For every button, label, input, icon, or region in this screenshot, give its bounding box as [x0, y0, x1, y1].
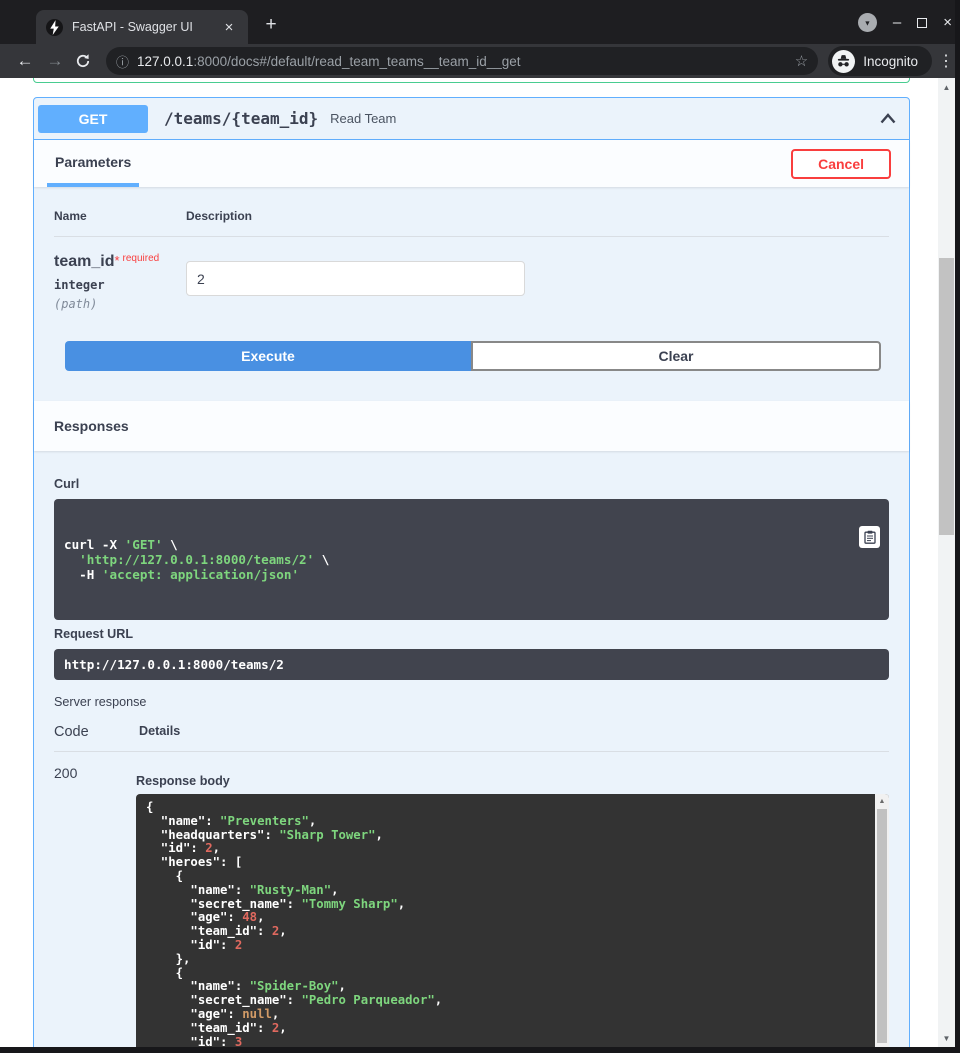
column-header-name: Name [54, 209, 186, 223]
tab-parameters[interactable]: Parameters [47, 140, 139, 187]
details-column-header: Details [139, 724, 180, 740]
back-button[interactable]: ← [10, 51, 40, 71]
tab-search-icon[interactable]: ▼ [858, 13, 877, 32]
window-edge-bottom [0, 1047, 960, 1053]
tab-parameters-label: Parameters [55, 154, 131, 170]
response-body-label: Response body [136, 774, 889, 788]
code-column-header: Code [54, 724, 139, 740]
browser-toolbar: ← → ⓘ 127.0.0.1:8000/docs#/default/read_… [0, 44, 960, 78]
page-scroll-up-icon[interactable]: ▲ [938, 78, 955, 92]
browser-tab[interactable]: FastAPI - Swagger UI × [36, 10, 248, 44]
endpoint-path: /teams/{team_id} [164, 109, 318, 128]
page-scroll-down-icon[interactable]: ▼ [938, 1034, 955, 1043]
response-table-header: Code Details [54, 724, 889, 752]
page-scrollbar-thumb[interactable] [939, 258, 954, 535]
maximize-button[interactable] [917, 18, 927, 28]
method-badge: GET [38, 105, 148, 133]
opblock-get-teams: GET /teams/{team_id} Read Team Parameter… [33, 97, 910, 1053]
server-response-label: Server response [54, 695, 889, 709]
browser-tab-strip: FastAPI - Swagger UI × + ▼ – × [0, 0, 960, 44]
parameter-row: team_id* required integer (path) [54, 237, 889, 341]
request-url-value: http://127.0.0.1:8000/teams/2 [54, 649, 889, 680]
status-code: 200 [54, 765, 136, 1053]
collapse-chevron-icon[interactable] [880, 113, 896, 124]
fastapi-favicon-icon [46, 19, 63, 36]
curl-label: Curl [54, 477, 889, 491]
url-text: 127.0.0.1:8000/docs#/default/read_team_t… [137, 54, 787, 69]
response-scrollbar-thumb[interactable] [877, 809, 887, 1043]
tab-close-icon[interactable]: × [220, 19, 238, 36]
new-tab-button[interactable]: + [258, 14, 284, 36]
responses-section-header: Responses [34, 401, 909, 451]
url-host: 127.0.0.1 [137, 54, 193, 69]
window-edge-right [955, 0, 960, 1053]
responses-title: Responses [54, 418, 129, 434]
curl-command: curl -X 'GET' \ 'http://127.0.0.1:8000/t… [54, 499, 889, 620]
site-info-icon[interactable]: ⓘ [116, 52, 129, 71]
opblock-header[interactable]: GET /teams/{team_id} Read Team [34, 98, 909, 140]
parameter-name: team_id [54, 253, 114, 270]
chevron-down-icon: ▼ [864, 19, 871, 27]
team-id-input[interactable] [186, 261, 525, 296]
incognito-badge[interactable]: Incognito [828, 46, 932, 76]
endpoint-summary: Read Team [330, 111, 396, 126]
response-body-block: { "name": "Preventers", "headquarters": … [136, 794, 889, 1053]
tab-title: FastAPI - Swagger UI [72, 20, 220, 34]
incognito-label: Incognito [863, 54, 918, 69]
parameters-body: Name Description team_id* required intege… [34, 187, 909, 401]
parameter-type: integer [54, 278, 186, 292]
url-path: :8000/docs#/default/read_team_teams__tea… [193, 54, 520, 69]
required-asterisk: * [114, 253, 119, 268]
response-row: 200 Response body { "name": "Preventers"… [54, 765, 889, 1053]
previous-endpoint-edge [33, 78, 910, 83]
page-scrollbar[interactable]: ▲ ▼ [938, 78, 955, 1047]
incognito-icon [832, 50, 855, 73]
clear-button[interactable]: Clear [471, 341, 881, 371]
swagger-page: GET /teams/{team_id} Read Team Parameter… [0, 78, 960, 1053]
column-header-description: Description [186, 209, 252, 223]
clipboard-icon [864, 530, 876, 544]
copy-to-clipboard-button[interactable] [859, 526, 880, 548]
request-url-label: Request URL [54, 627, 889, 641]
execute-button[interactable]: Execute [65, 341, 471, 371]
forward-button[interactable]: → [40, 51, 70, 71]
response-scrollbar[interactable]: ▲ [875, 794, 889, 1053]
parameter-location: (path) [54, 297, 186, 311]
scroll-up-icon[interactable]: ▲ [875, 794, 889, 805]
bookmark-star-icon[interactable]: ☆ [795, 52, 808, 70]
response-json: { "name": "Preventers", "headquarters": … [136, 794, 889, 1053]
responses-body: Curl curl -X 'GET' \ 'http://127.0.0.1:8… [34, 451, 909, 1053]
url-bar[interactable]: ⓘ 127.0.0.1:8000/docs#/default/read_team… [106, 47, 818, 75]
minimize-button[interactable]: – [893, 15, 901, 30]
window-close-button[interactable]: × [943, 15, 952, 30]
cancel-button[interactable]: Cancel [791, 149, 891, 179]
parameters-section-header: Parameters Cancel [34, 140, 909, 187]
reload-button[interactable] [75, 53, 91, 69]
required-label: required [123, 253, 160, 264]
